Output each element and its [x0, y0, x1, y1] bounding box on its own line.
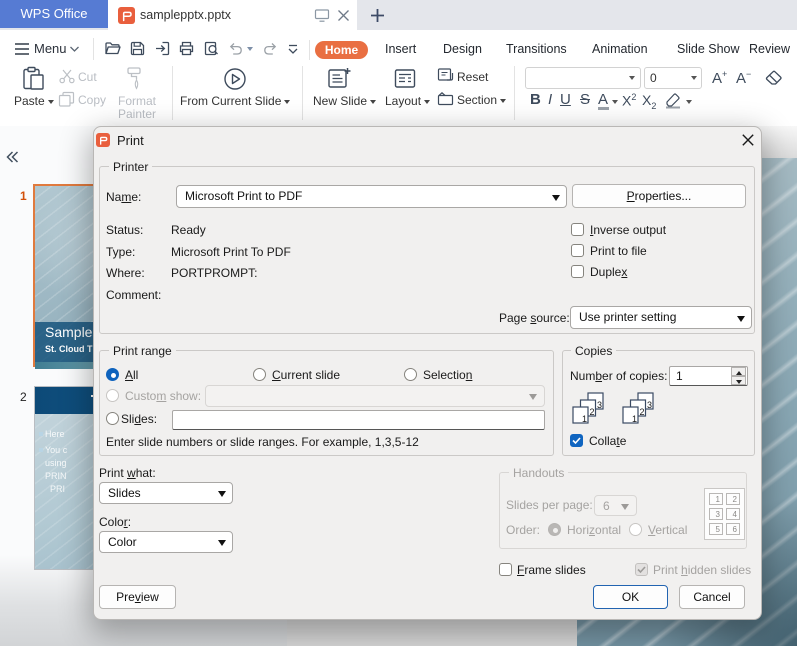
svg-text:3: 3	[597, 400, 602, 410]
svg-text:2: 2	[590, 407, 595, 417]
svg-text:3: 3	[647, 400, 652, 410]
svg-text:2: 2	[640, 407, 645, 417]
svg-text:1: 1	[582, 414, 587, 424]
svg-text:1: 1	[632, 414, 637, 424]
